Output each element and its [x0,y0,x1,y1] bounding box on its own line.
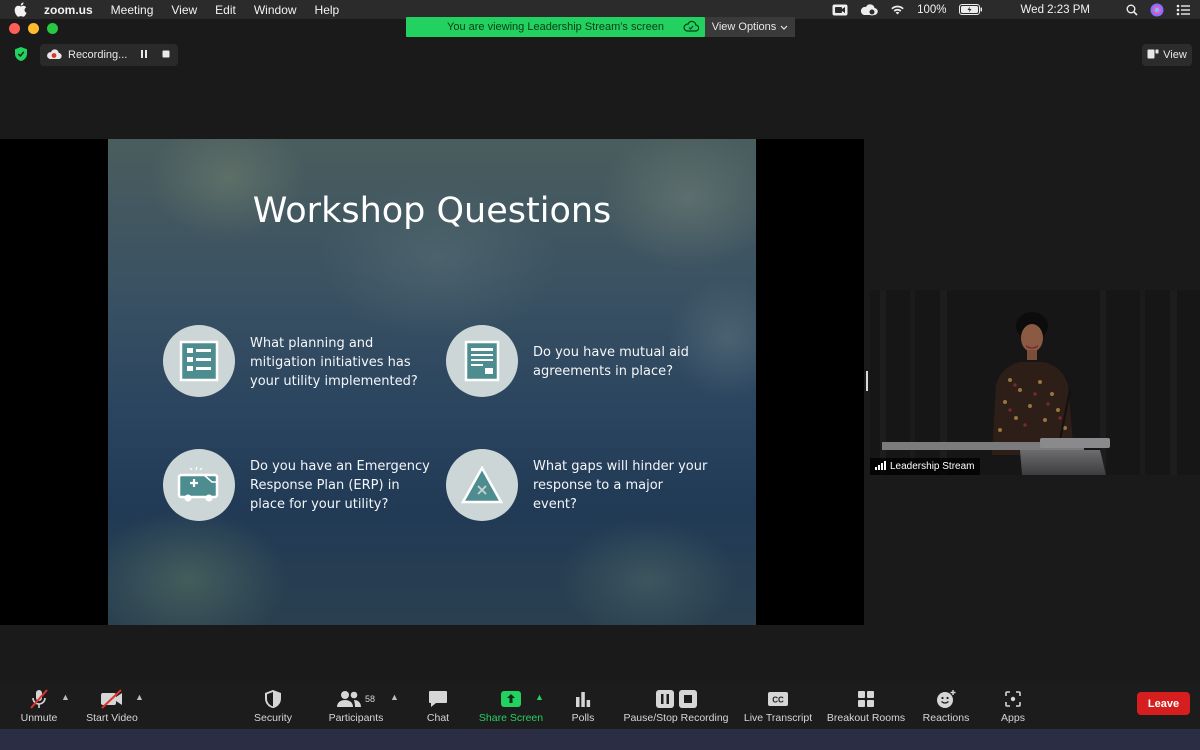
panel-resize-handle[interactable] [866,371,868,391]
start-video-label: Start Video [86,712,138,724]
signal-strength-icon [875,460,886,473]
start-video-button[interactable]: Start Video [83,683,141,729]
smiley-face-icon [936,687,956,711]
chat-label: Chat [426,712,450,724]
pause-recording-icon[interactable] [139,49,149,62]
chat-button[interactable]: Chat [420,683,456,729]
microphone-muted-icon [28,687,50,711]
spotlight-search-icon[interactable] [1126,4,1138,16]
wifi-icon[interactable] [890,4,905,15]
battery-icon[interactable] [958,4,983,15]
cloud-icon [683,20,700,35]
live-transcript-button[interactable]: CC Live Transcript [742,683,814,729]
share-screen-label: Share Screen [478,712,544,724]
polls-bar-chart-icon [574,687,592,711]
window-controls [9,23,58,34]
document-icon [446,325,518,397]
question-2-text: Do you have mutual aid agreements in pla… [533,345,689,379]
question-4-text: What gaps will hinder your response to a… [533,459,708,512]
audio-options-chevron-icon[interactable]: ▲ [61,692,70,702]
participants-icon: 58 [336,687,375,711]
recording-indicator: Recording... [40,44,178,66]
participants-button[interactable]: 58 Participants [325,683,387,729]
question-1-text: What planning and mitigation initiatives… [250,336,418,389]
breakout-rooms-grid-icon [857,687,875,711]
chevron-down-icon [780,21,788,33]
minimize-window-button[interactable] [28,23,39,34]
viewing-screen-banner: You are viewing Leadership Stream's scre… [406,17,705,37]
breakout-rooms-button[interactable]: Breakout Rooms [826,683,906,729]
camera-status-icon[interactable] [832,4,848,16]
datetime[interactable]: Wed 2:23 PM [1021,4,1090,16]
svg-text:CC: CC [772,696,784,705]
menu-view[interactable]: View [171,3,197,17]
menu-bar-status-area: 100% Wed 2:23 PM [832,0,1190,19]
battery-percent: 100% [917,3,947,16]
chat-bubble-icon [428,687,448,711]
siri-icon[interactable] [1150,3,1164,17]
meeting-controls-toolbar: Unmute ▲ Start Video ▲ Security 58 Parti… [0,683,1200,729]
pause-stop-recording-icon [655,687,697,711]
security-label: Security [254,712,292,724]
share-screen-button[interactable]: Share Screen [476,683,546,729]
share-screen-icon [500,687,522,711]
fullscreen-window-button[interactable] [47,23,58,34]
view-layout-icon [1147,49,1159,62]
closed-caption-icon: CC [767,687,789,711]
control-center-icon[interactable] [1176,4,1190,16]
participant-video-tile[interactable]: Leadership Stream [870,290,1200,475]
question-3-text: Do you have an Emergency Response Plan (… [250,459,430,512]
menu-help[interactable]: Help [315,3,340,17]
share-options-chevron-icon[interactable]: ▲ [535,692,544,702]
cloud-recording-icon [46,48,62,63]
view-options-label: View Options [711,21,777,33]
apps-button[interactable]: Apps [998,683,1028,729]
encryption-shield-icon[interactable] [14,46,30,62]
recording-status-label: Recording... [68,49,128,61]
security-button[interactable]: Security [250,683,296,729]
ambulance-icon [163,449,235,521]
menu-meeting[interactable]: Meeting [111,3,154,17]
leave-meeting-button[interactable]: Leave [1137,692,1190,715]
participants-label: Participants [328,712,384,724]
polls-button[interactable]: Polls [567,683,599,729]
participant-name-label: Leadership Stream [870,458,980,475]
pause-stop-recording-button[interactable]: Pause/Stop Recording [623,683,729,729]
viewing-screen-text: You are viewing Leadership Stream's scre… [447,21,664,33]
speaker-video-feed [870,290,1200,475]
apps-icon [1004,687,1022,711]
unmute-button[interactable]: Unmute [14,683,64,729]
unmute-label: Unmute [20,712,58,724]
apple-icon[interactable] [14,2,30,17]
video-off-icon [99,687,125,711]
live-transcript-label: Live Transcript [743,712,813,724]
pause-stop-recording-label: Pause/Stop Recording [623,712,729,724]
participants-count: 58 [364,694,375,704]
stop-recording-icon[interactable] [161,49,171,62]
menu-edit[interactable]: Edit [215,3,236,17]
view-layout-label: View [1163,49,1187,61]
security-shield-icon [264,687,282,711]
desktop-background-strip [0,729,1200,750]
checklist-icon [163,325,235,397]
shared-screen-area: Workshop Questions What planning and mit… [0,139,864,625]
polls-label: Polls [571,712,595,724]
view-options-button[interactable]: View Options [705,17,795,37]
breakout-rooms-label: Breakout Rooms [826,712,906,724]
slide-title: Workshop Questions [252,191,612,231]
creative-cloud-icon[interactable] [860,3,878,16]
zoom-meeting-window: zoom.us Meeting View Edit Window Help 10… [0,0,1200,750]
participant-name: Leadership Stream [890,461,975,472]
menu-app-name[interactable]: zoom.us [44,3,93,17]
apps-label: Apps [1001,712,1025,724]
reactions-button[interactable]: Reactions [920,683,972,729]
view-layout-button[interactable]: View [1142,44,1192,66]
presentation-slide: Workshop Questions What planning and mit… [108,139,756,625]
menu-window[interactable]: Window [254,3,297,17]
video-options-chevron-icon[interactable]: ▲ [135,692,144,702]
reactions-label: Reactions [922,712,970,724]
warning-triangle-icon [446,449,518,521]
participants-options-chevron-icon[interactable]: ▲ [390,692,399,702]
close-window-button[interactable] [9,23,20,34]
